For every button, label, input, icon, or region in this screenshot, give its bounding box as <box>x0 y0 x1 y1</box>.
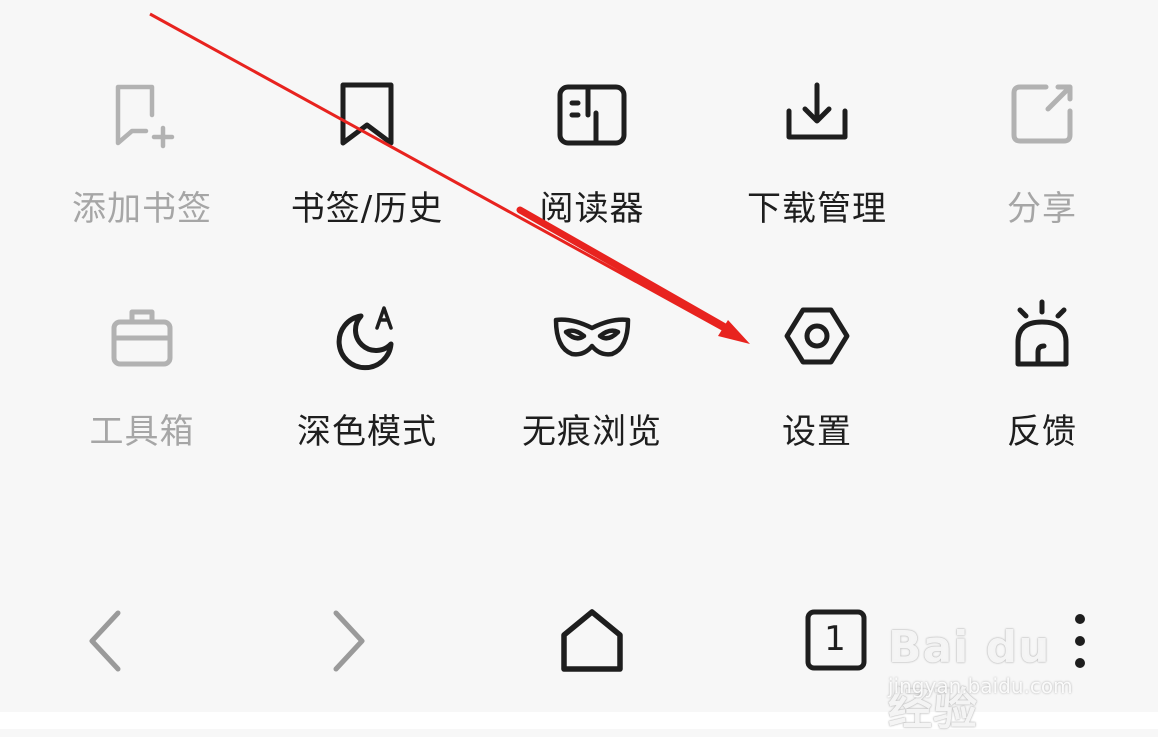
menu-item-settings[interactable]: 设置 <box>705 298 929 498</box>
reader-icon <box>552 75 632 155</box>
home-button[interactable] <box>537 585 647 695</box>
menu-item-label: 反馈 <box>1007 412 1077 452</box>
dark-mode-icon <box>327 298 407 378</box>
menu-item-incognito[interactable]: 无痕浏览 <box>480 298 704 498</box>
menu-item-dark-mode[interactable]: 深色模式 <box>255 298 479 498</box>
tabs-button[interactable]: 1 <box>781 585 891 695</box>
menu-item-download-manager[interactable]: 下载管理 <box>705 75 929 275</box>
menu-item-reader[interactable]: 阅读器 <box>480 75 704 275</box>
menu-item-add-bookmark[interactable]: 添加书签 <box>30 75 254 275</box>
toolbox-icon <box>102 298 182 378</box>
more-menu-button[interactable] <box>1025 585 1135 695</box>
download-icon <box>777 75 857 155</box>
bookmark-icon <box>327 75 407 155</box>
menu-item-toolbox[interactable]: 工具箱 <box>30 298 254 498</box>
menu-item-bookmarks-history[interactable]: 书签/历史 <box>255 75 479 275</box>
feedback-siren-icon <box>1002 298 1082 378</box>
menu-item-label: 阅读器 <box>539 189 645 229</box>
home-icon <box>561 609 623 672</box>
menu-item-label: 设置 <box>782 412 852 452</box>
menu-item-label: 深色模式 <box>297 412 437 452</box>
menu-item-label: 工具箱 <box>89 412 195 452</box>
incognito-mask-icon <box>552 298 632 378</box>
menu-item-label: 下载管理 <box>747 189 887 229</box>
menu-item-feedback[interactable]: 反馈 <box>930 298 1154 498</box>
forward-button[interactable] <box>294 585 404 695</box>
tab-count: 1 <box>824 619 846 659</box>
chevron-right-icon <box>333 610 365 672</box>
menu-item-label: 分享 <box>1007 189 1077 229</box>
menu-item-share[interactable]: 分享 <box>930 75 1154 275</box>
more-vertical-icon <box>1075 614 1085 668</box>
settings-icon <box>777 298 857 378</box>
bottom-strip <box>0 712 1158 729</box>
menu-item-label: 书签/历史 <box>290 189 444 229</box>
bottom-navigation-bar: 1 <box>0 560 1158 729</box>
chevron-left-icon <box>89 610 121 672</box>
menu-item-label: 添加书签 <box>72 189 212 229</box>
menu-item-label: 无痕浏览 <box>522 412 662 452</box>
share-icon <box>1002 75 1082 155</box>
back-button[interactable] <box>50 585 160 695</box>
bookmark-add-icon <box>102 75 182 155</box>
